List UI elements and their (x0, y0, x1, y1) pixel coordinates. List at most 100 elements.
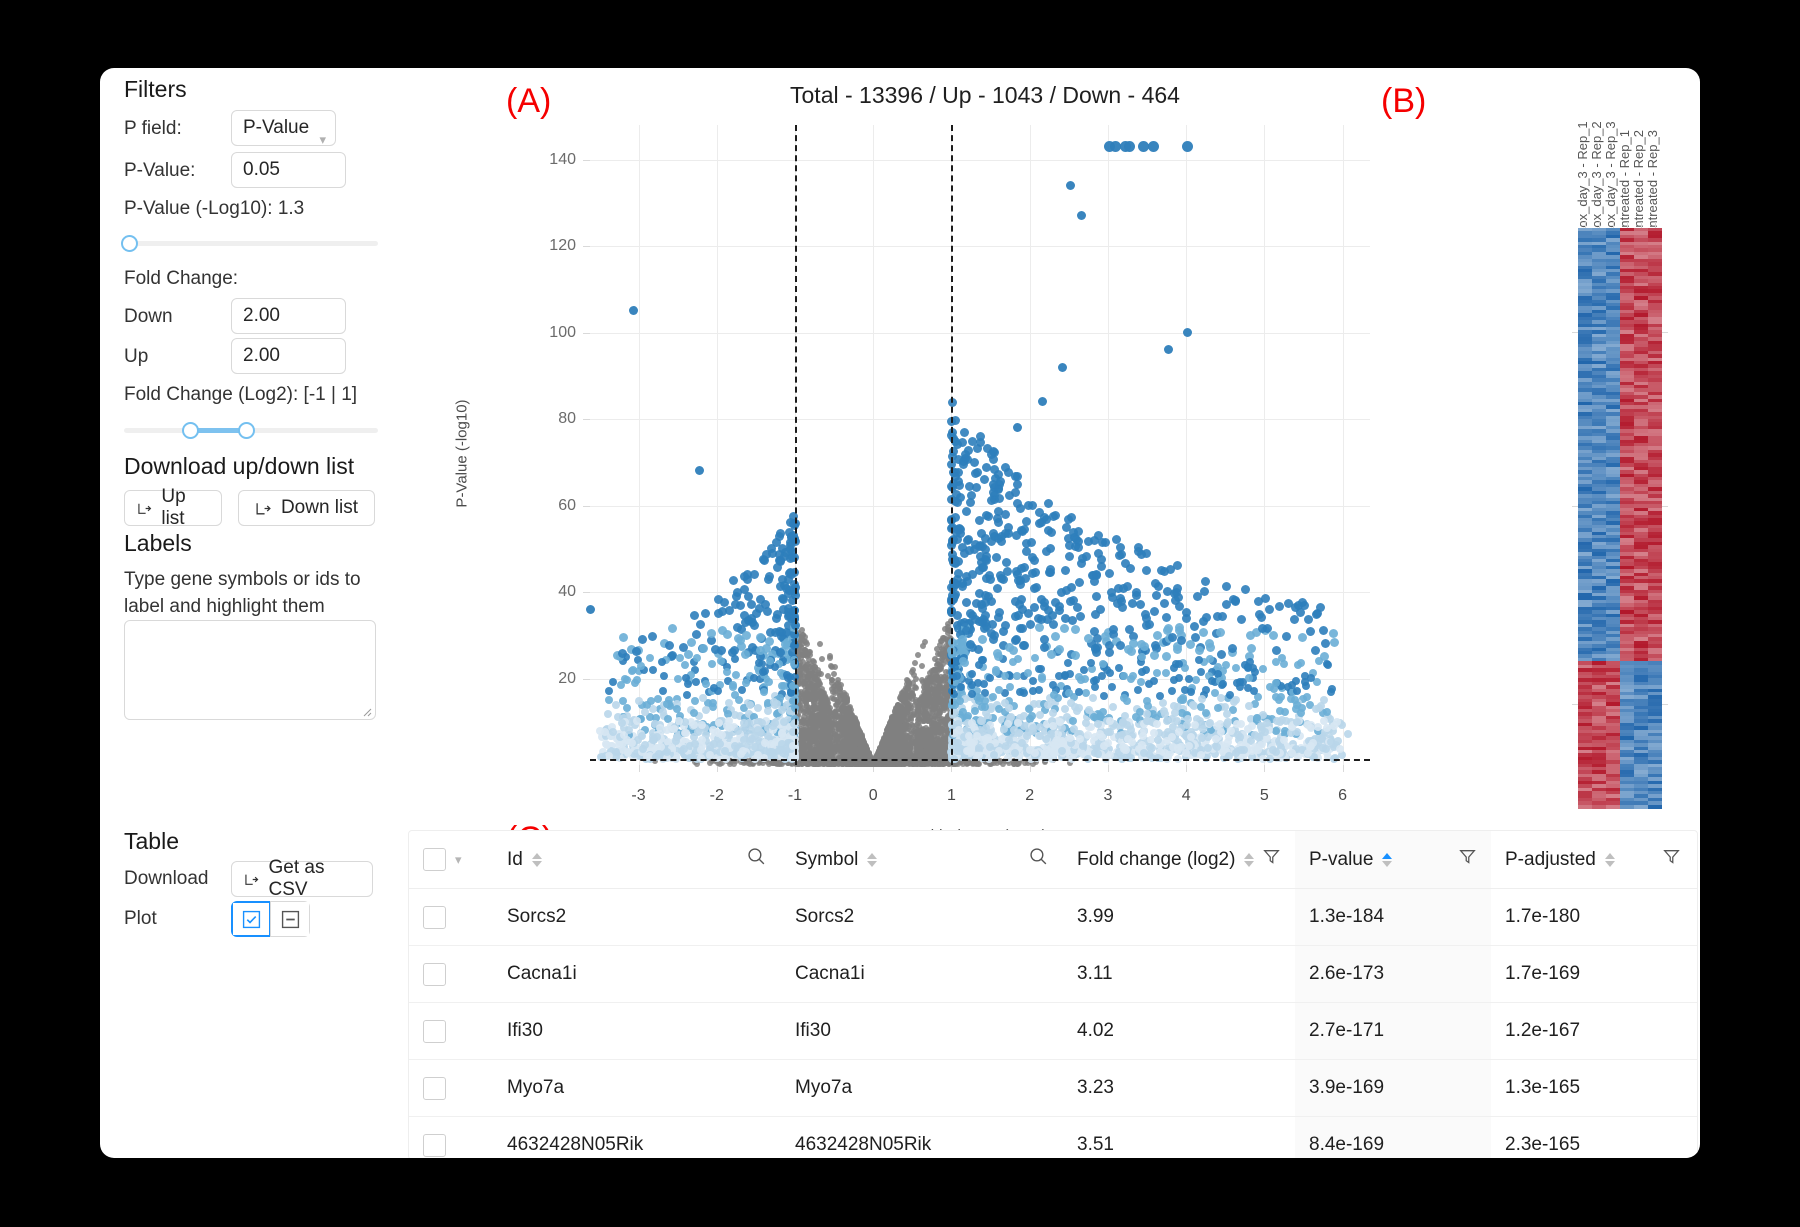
scatter-point (802, 646, 809, 653)
scatter-point (853, 739, 860, 745)
app-screenshot: Filters P field: P-Value ▾ P-Value: 0.05… (0, 0, 1800, 1227)
scatter-point (860, 741, 867, 747)
p-value-slider[interactable] (121, 235, 378, 252)
labels-textarea[interactable] (124, 620, 376, 720)
fold-change-log-label: Fold Change (Log2): [-1 | 1] (124, 384, 358, 405)
y-tick-mark (583, 678, 590, 680)
scatter-point (925, 685, 932, 692)
scatter-point (912, 660, 918, 667)
scatter-point (825, 723, 832, 730)
scatter-point (847, 717, 854, 724)
scatter-point (938, 746, 944, 753)
scatter-point (939, 646, 946, 653)
scatter-point (837, 731, 844, 738)
scatter-point (915, 651, 922, 658)
p-field-value: P-Value (243, 117, 310, 138)
fold-change-slider[interactable] (124, 422, 378, 439)
p-value-input[interactable]: 0.05 (231, 152, 346, 188)
scatter-point (933, 708, 939, 715)
scatter-point (918, 663, 925, 670)
app-card: Filters P field: P-Value ▾ P-Value: 0.05… (100, 68, 1700, 1158)
p-value-slider-knob[interactable] (121, 235, 139, 252)
scatter-point (808, 682, 814, 689)
scatter-point (932, 736, 939, 743)
scatter-point (805, 743, 812, 749)
x-tick-mark (638, 765, 640, 772)
export-icon (245, 874, 259, 885)
scatter-point (890, 715, 897, 722)
up-input[interactable]: 2.00 (231, 338, 346, 374)
plot-hide-button[interactable] (270, 901, 310, 937)
scatter-point (933, 729, 940, 735)
get-csv-label: Get as CSV (268, 857, 325, 900)
down-list-button[interactable]: Down list (238, 490, 375, 526)
p-value-log-label: P-Value (-Log10): 1.3 (124, 198, 305, 219)
down-input[interactable]: 2.00 (231, 298, 346, 334)
fold-change-slider-knob-low[interactable] (182, 422, 200, 439)
down-label: Down (124, 306, 173, 327)
x-tick-mark (1186, 765, 1188, 772)
scatter-point (939, 703, 946, 710)
p-field-select[interactable]: P-Value ▾ (231, 110, 336, 147)
up-list-label: Up list (161, 486, 186, 529)
fold-change-label: Fold Change: (124, 268, 239, 289)
down-list-label: Down list (280, 497, 359, 518)
scatter-point (839, 709, 846, 716)
scatter-point (930, 703, 937, 709)
scatter-point (816, 641, 823, 648)
download-list-title: Download up/down list (124, 453, 355, 479)
sidebar-panel: Filters P field: P-Value ▾ P-Value: 0.05… (100, 68, 450, 1158)
scatter-point (875, 748, 882, 755)
up-list-button[interactable]: Up list (124, 486, 222, 529)
scatter-point (832, 688, 839, 695)
scatter-point (802, 638, 809, 645)
y-tick-mark (583, 332, 590, 334)
y-tick-mark (583, 505, 590, 507)
minus-box-icon (281, 910, 299, 928)
volcano-plot: Total - 13396 / Up - 1043 / Down - 464 P… (450, 68, 1520, 898)
plot-show-button[interactable] (231, 901, 271, 937)
scatter-point (909, 668, 916, 675)
scatter-point (813, 693, 820, 700)
scatter-point (893, 706, 900, 713)
fold-change-slider-knob-high[interactable] (237, 422, 255, 439)
checkbox-check-icon (242, 910, 260, 928)
download-label: Download (124, 868, 209, 889)
gridline-horizontal (590, 159, 1370, 161)
scatter-point (944, 623, 951, 630)
scatter-point (812, 745, 819, 751)
y-tick-mark (583, 419, 590, 421)
scatter-point (845, 705, 852, 712)
labels-help-text: Type gene symbols or ids to label and hi… (124, 569, 361, 617)
scatter-point (802, 709, 809, 716)
scatter-point (799, 680, 806, 687)
export-icon (138, 503, 152, 514)
export-icon (256, 502, 271, 514)
filters-title: Filters (124, 76, 187, 102)
scatter-point (805, 674, 812, 680)
scatter-point (834, 676, 841, 683)
plot-area (583, 125, 1370, 772)
scatter-point (819, 701, 826, 708)
gridline-vertical (873, 125, 875, 765)
x-tick-mark (1107, 765, 1109, 772)
plot-label: Plot (124, 908, 157, 929)
plot-toggle-group[interactable] (231, 901, 310, 937)
x-tick-mark (1264, 765, 1266, 772)
scatter-point (887, 732, 893, 738)
gridline-horizontal (590, 505, 1370, 507)
scatter-point (853, 723, 860, 730)
y-tick-mark (583, 159, 590, 161)
scatter-point (927, 669, 934, 676)
scatter-point (804, 667, 811, 674)
scatter-point (805, 660, 812, 667)
y-tick-mark (583, 246, 590, 248)
gridline-horizontal (590, 246, 1370, 248)
get-csv-button[interactable]: Get as CSV (231, 857, 373, 900)
table-title: Table (124, 828, 179, 854)
scatter-point (900, 749, 907, 756)
p-value-label: P-Value: (124, 160, 196, 181)
scatter-point (803, 702, 810, 709)
scatter-point (818, 656, 825, 663)
gridline-horizontal (590, 419, 1370, 421)
